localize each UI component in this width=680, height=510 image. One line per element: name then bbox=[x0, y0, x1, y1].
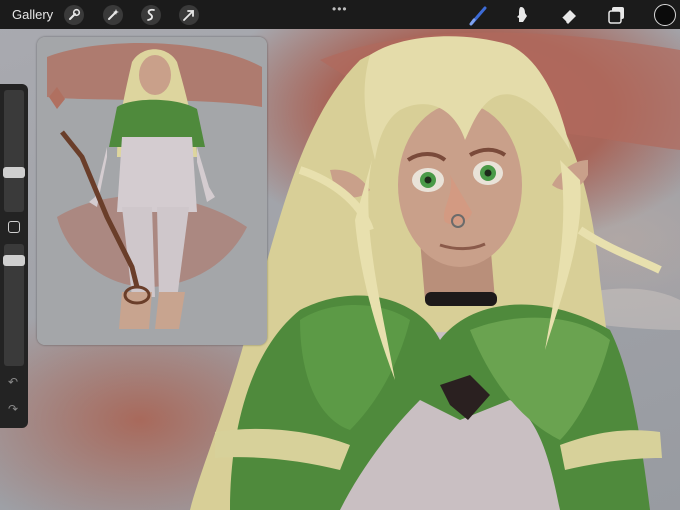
modify-button[interactable] bbox=[8, 221, 20, 233]
gallery-button[interactable]: Gallery bbox=[12, 7, 53, 22]
actions-button[interactable] bbox=[64, 5, 84, 25]
reference-window[interactable] bbox=[37, 37, 267, 345]
sidebar-controls: ↶ ↷ bbox=[0, 84, 28, 428]
smudge-icon[interactable] bbox=[512, 4, 534, 26]
reference-image bbox=[37, 37, 267, 345]
selection-icon bbox=[147, 8, 155, 21]
redo-icon[interactable]: ↷ bbox=[8, 402, 18, 416]
brush-size-slider[interactable] bbox=[4, 90, 24, 212]
layers-icon[interactable] bbox=[606, 4, 628, 26]
brush-opacity-thumb[interactable] bbox=[3, 255, 25, 266]
color-swatch[interactable] bbox=[654, 4, 676, 26]
eraser-icon[interactable] bbox=[558, 4, 580, 26]
transform-icon bbox=[183, 10, 194, 21]
more-options-handle[interactable]: ••• bbox=[332, 2, 348, 16]
brush-icon[interactable] bbox=[468, 4, 490, 26]
adjustments-button[interactable] bbox=[103, 5, 123, 25]
selection-button[interactable] bbox=[141, 5, 161, 25]
undo-icon[interactable]: ↶ bbox=[8, 375, 18, 389]
brush-size-thumb[interactable] bbox=[3, 167, 25, 178]
top-toolbar: Gallery ••• bbox=[0, 0, 680, 29]
wrench-icon bbox=[69, 8, 81, 20]
transform-button[interactable] bbox=[179, 5, 199, 25]
wand-icon bbox=[108, 9, 119, 20]
